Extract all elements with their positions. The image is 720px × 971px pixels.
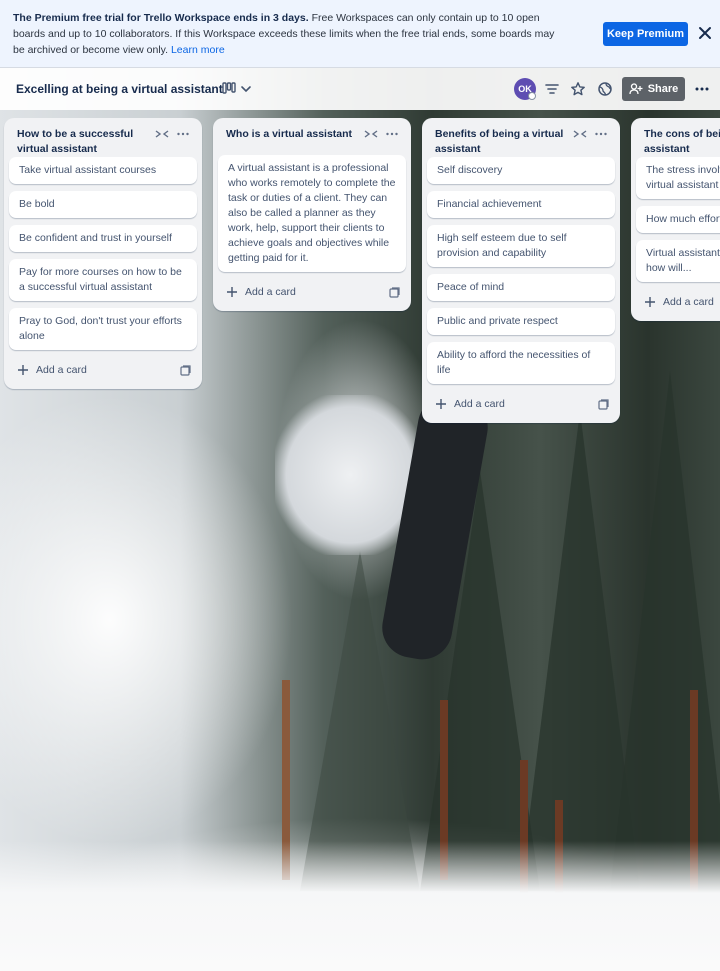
list-card[interactable]: Pray to God, don't trust your efforts al… xyxy=(9,308,197,350)
plus-icon xyxy=(227,287,237,297)
card-template-icon[interactable] xyxy=(180,365,191,376)
plus-icon xyxy=(436,399,446,409)
list-header[interactable]: Who is a virtual assistant xyxy=(218,125,406,155)
board-title[interactable]: Excelling at being a virtual assistant xyxy=(16,82,223,96)
add-card-label: Add a card xyxy=(245,286,296,298)
list-card[interactable]: Public and private respect xyxy=(427,308,615,335)
more-icon[interactable] xyxy=(176,128,190,140)
list-clip: The cons of being a virtual assistant Th… xyxy=(631,118,720,358)
share-label: Share xyxy=(647,83,679,95)
visibility-icon[interactable] xyxy=(597,81,613,97)
list-title[interactable]: How to be a successful virtual assistant xyxy=(17,127,151,157)
keep-premium-button[interactable]: Keep Premium xyxy=(603,22,688,46)
plus-icon xyxy=(18,365,28,375)
close-icon[interactable] xyxy=(697,25,713,41)
list-header[interactable]: How to be a successful virtual assistant xyxy=(9,125,197,157)
list-card[interactable]: High self esteem due to self provision a… xyxy=(427,225,615,267)
learn-more-link[interactable]: Learn more xyxy=(171,44,225,56)
list-card[interactable]: Self discovery xyxy=(427,157,615,184)
add-card-button[interactable]: Add a card xyxy=(9,357,197,383)
add-card-label: Add a card xyxy=(36,364,87,376)
collapse-icon[interactable] xyxy=(573,128,587,140)
star-icon[interactable] xyxy=(570,81,586,97)
filter-icon[interactable] xyxy=(544,81,560,97)
add-card-button[interactable]: Add a card xyxy=(636,289,720,315)
list-header[interactable]: Benefits of being a virtual assistant xyxy=(427,125,615,157)
list-card[interactable]: How much effort is required therein xyxy=(636,206,720,233)
share-icon xyxy=(629,83,643,95)
collapse-icon[interactable] xyxy=(155,128,169,140)
list-title[interactable]: Benefits of being a virtual assistant xyxy=(435,127,569,157)
plus-icon xyxy=(645,297,655,307)
more-icon[interactable] xyxy=(385,128,399,140)
add-card-label: Add a card xyxy=(663,296,714,308)
premium-trial-banner: The Premium free trial for Trello Worksp… xyxy=(0,0,720,68)
banner-bold-text: The Premium free trial for Trello Worksp… xyxy=(13,11,309,24)
list-card[interactable]: A virtual assistant is a professional wh… xyxy=(218,155,406,272)
list-card[interactable]: The stress involved in being a virtual a… xyxy=(636,157,720,199)
chevron-down-icon[interactable] xyxy=(240,83,252,95)
more-icon[interactable] xyxy=(594,128,608,140)
list-card[interactable]: Peace of mind xyxy=(427,274,615,301)
share-button[interactable]: Share xyxy=(622,77,685,101)
board-header: Excelling at being a virtual assistant O… xyxy=(0,68,720,110)
list-card[interactable]: Financial achievement xyxy=(427,191,615,218)
add-card-button[interactable]: Add a card xyxy=(427,391,615,417)
list-title[interactable]: The cons of being a virtual assistant xyxy=(644,127,720,157)
list-card[interactable]: Pay for more courses on how to be a succ… xyxy=(9,259,197,301)
list-cons: The cons of being a virtual assistant Th… xyxy=(631,118,720,321)
list-who-is-virtual-assistant: Who is a virtual assistant A virtual ass… xyxy=(213,118,411,311)
list-card[interactable]: Be bold xyxy=(9,191,197,218)
card-template-icon[interactable] xyxy=(598,399,609,410)
board-view-icon[interactable] xyxy=(222,82,236,94)
list-header[interactable]: The cons of being a virtual assistant xyxy=(636,125,720,157)
banner-message: The Premium free trial for Trello Worksp… xyxy=(13,10,568,58)
more-icon[interactable] xyxy=(694,81,710,97)
list-title[interactable]: Who is a virtual assistant xyxy=(226,127,360,142)
collapse-icon[interactable] xyxy=(364,128,378,140)
add-card-label: Add a card xyxy=(454,398,505,410)
card-template-icon[interactable] xyxy=(389,287,400,298)
list-how-to-be-successful: How to be a successful virtual assistant… xyxy=(4,118,202,389)
list-card[interactable]: Virtual assistants are not respected, ho… xyxy=(636,240,720,282)
avatar-badge xyxy=(528,92,536,100)
list-card[interactable]: Take virtual assistant courses xyxy=(9,157,197,184)
add-card-button[interactable]: Add a card xyxy=(218,279,406,305)
list-card[interactable]: Ability to afford the necessities of lif… xyxy=(427,342,615,384)
list-card[interactable]: Be confident and trust in yourself xyxy=(9,225,197,252)
list-benefits: Benefits of being a virtual assistant Se… xyxy=(422,118,620,423)
